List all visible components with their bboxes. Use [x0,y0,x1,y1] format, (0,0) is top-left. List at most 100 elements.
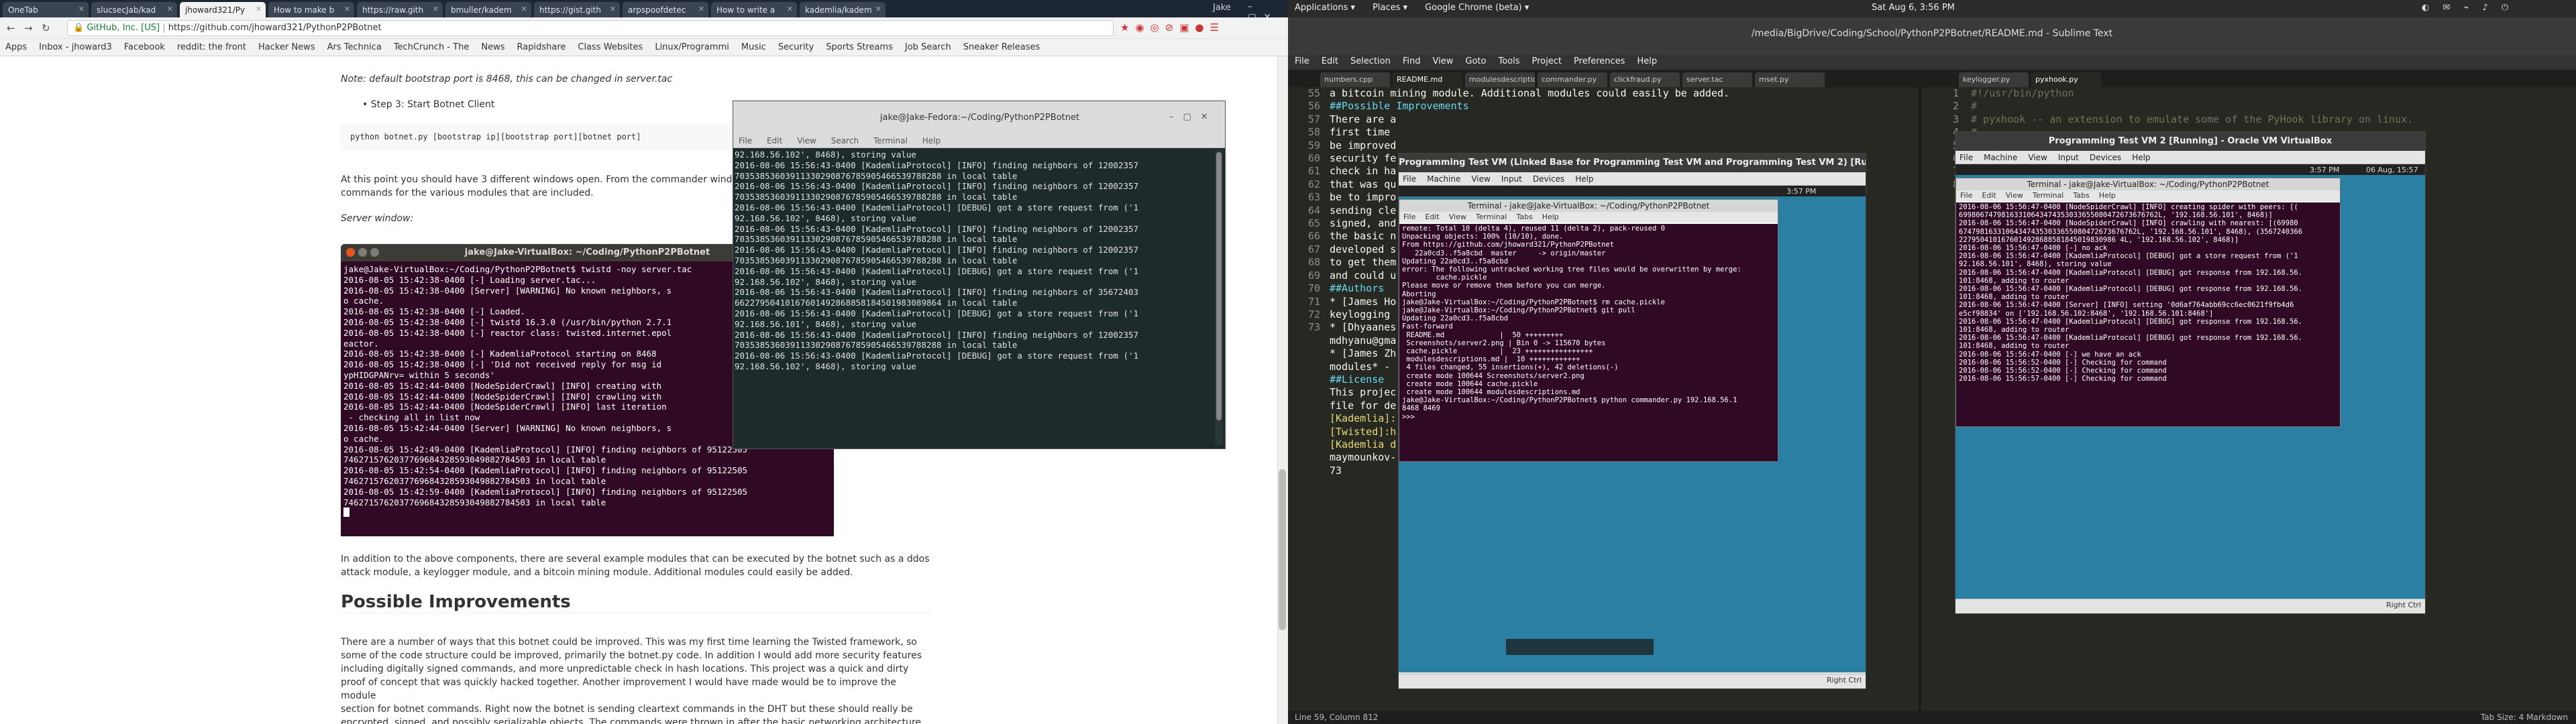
sublime-menu-item[interactable]: Selection [1350,56,1391,66]
bookmark-item[interactable]: News [481,42,504,52]
sublime-tab[interactable]: modulesdescriptions.md [1465,72,1535,87]
close-tab-icon[interactable]: ✕ [344,5,350,13]
sublime-tab[interactable]: README.md [1393,72,1462,87]
vm2-terminal-menu-item[interactable]: File [1960,191,1972,200]
vm2-terminal-menu-item[interactable]: View [2006,191,2023,200]
vm1-terminal[interactable]: Terminal - jake@Jake-VirtualBox: ~/Codin… [1399,199,1778,462]
fedora-terminal-output[interactable]: 92.168.56.102', 8468), storing value 2016… [735,149,1211,447]
close-tab-icon[interactable]: ✕ [875,5,881,13]
vm2-terminal[interactable]: Terminal - jake@Jake-VirtualBox: ~/Codin… [1955,178,2341,427]
fedora-menu-item[interactable]: Edit [767,136,782,145]
vm2-terminal-menu-item[interactable]: Edit [1982,191,1996,200]
chrome-tab[interactable]: slucsecJab/kad ✕ [91,2,177,17]
sublime-tab[interactable]: clickfraud.py [1610,72,1680,87]
chrome-tab[interactable]: https://raw.gith ✕ [357,2,443,17]
chrome-tab[interactable]: How to write a ✕ [711,2,797,17]
sublime-tab[interactable]: server.tac [1682,72,1752,87]
sublime-menu-item[interactable]: Find [1403,56,1421,66]
vm2-menu-item[interactable]: Input [2058,153,2079,162]
vm1-terminal-menu-item[interactable]: Help [1542,213,1559,221]
close-tab-icon[interactable]: ✕ [610,5,616,13]
sublime-tab[interactable]: mset.py [1755,72,1825,87]
virtualbox-vm1-window[interactable]: Programming Test VM (Linked Base for Pro… [1398,153,1866,689]
vm1-menu-item[interactable]: Machine [1427,174,1460,184]
extension-icons[interactable]: ★◉◎⊘▣●☰ [1120,21,1225,34]
bookmark-item[interactable]: Security [778,42,814,52]
sublime-menu-item[interactable]: View [1433,56,1454,66]
vm1-terminal-menu-item[interactable]: Terminal [1476,213,1507,221]
close-tab-icon[interactable]: ✕ [256,5,262,13]
vm1-terminal-menu-item[interactable]: File [1403,213,1415,221]
vm1-menu-item[interactable]: File [1403,174,1416,184]
vm2-terminal-output[interactable]: 2016-08-06 15:56:47-0400 [NodeSpiderCraw… [1956,202,2340,426]
panel-menu-item[interactable]: Places ▾ [1373,3,1407,13]
close-tab-icon[interactable]: ✕ [698,5,704,13]
vm1-terminal-menu-item[interactable]: Edit [1425,213,1439,221]
close-tab-icon[interactable]: ✕ [167,5,173,13]
sublime-menu-item[interactable]: File [1295,56,1309,66]
bookmark-item[interactable]: Job Search [905,42,951,52]
fedora-terminal-window[interactable]: jake@Jake-Fedora:~/Coding/PythonP2PBotne… [733,101,1226,449]
reload-icon[interactable]: ↻ [42,22,50,34]
chrome-tab[interactable]: https://gist.gith ✕ [534,2,620,17]
vm2-menu-item[interactable]: Devices [2090,153,2121,162]
vm1-menu-item[interactable]: Devices [1533,174,1564,184]
close-tab-icon[interactable]: ✕ [521,5,527,13]
bookmark-item[interactable]: Inbox - jhoward3 [39,42,112,52]
vm1-guest-desktop[interactable]: 3:57 PM Terminal - jake@Jake-VirtualBox:… [1399,186,1866,672]
bookmark-item[interactable]: reddit: the front [177,42,246,52]
fedora-menu-item[interactable]: Terminal [873,136,908,145]
vm2-menu-item[interactable]: View [2028,153,2047,162]
close-tab-icon[interactable]: ✕ [78,5,85,13]
sublime-tab[interactable]: commander.py [1538,72,1607,87]
sublime-tab[interactable]: pyxhook.py [2031,72,2101,87]
address-bar[interactable]: 🔒 GitHub, Inc. [US] | https://github.com… [67,20,1114,36]
panel-menu-item[interactable]: Google Chrome (beta) ▾ [1425,3,1529,13]
vm2-terminal-menu-item[interactable]: Terminal [2033,191,2064,200]
vm2-menu-item[interactable]: Help [2132,153,2150,162]
bookmark-item[interactable]: Ars Technica [327,42,382,52]
fedora-menu-item[interactable]: View [797,136,816,145]
forward-icon[interactable]: → [24,22,33,34]
fedora-window-controls[interactable]: –▢✕ [1169,112,1218,122]
fedora-menu-item[interactable]: Search [831,136,859,145]
fedora-scrollbar-thumb[interactable] [1216,152,1222,420]
bookmark-item[interactable]: Sneaker Releases [963,42,1040,52]
vm2-menu-item[interactable]: Machine [1984,153,2017,162]
chrome-tab[interactable]: jhoward321/Py ✕ [180,2,266,17]
vm1-menu-item[interactable]: View [1471,174,1490,184]
vm1-terminal-output[interactable]: remote: Total 10 (delta 4), reused 11 (d… [1399,224,1778,461]
bookmark-item[interactable]: Apps [5,42,27,52]
virtualbox-vm2-window[interactable]: Programming Test VM 2 [Running] - Oracle… [1955,131,2426,614]
close-tab-icon[interactable]: ✕ [787,5,793,13]
vm2-guest-desktop[interactable]: 3:57 PM 06 Aug, 15:57 Terminal - jake@Ja… [1955,164,2425,599]
sublime-menu-item[interactable]: Help [1637,56,1657,66]
vm1-menu-item[interactable]: Input [1501,174,1522,184]
vm1-dock[interactable] [1506,639,1654,655]
bookmark-item[interactable]: Linux/Programmi [655,42,729,52]
bookmark-item[interactable]: Facebook [124,42,165,52]
chrome-tab[interactable]: How to make b ✕ [268,2,354,17]
system-tray-icons[interactable]: ◐ ✉ ⌁ ♪ ⏻ [2422,3,2514,13]
bookmark-item[interactable]: TechCrunch - The [394,42,470,52]
fedora-menu-item[interactable]: File [739,136,752,145]
vm1-terminal-menu-item[interactable]: View [1449,213,1466,221]
vm2-menu-item[interactable]: File [1960,153,1973,162]
sublime-menu-item[interactable]: Preferences [1574,56,1625,66]
chrome-tab[interactable]: OneTab ✕ [3,2,89,17]
sublime-tab[interactable]: numbers.cpp [1320,72,1390,87]
vm2-terminal-menu-item[interactable]: Tabs [2073,191,2089,200]
panel-menu-item[interactable]: Applications ▾ [1295,3,1355,13]
panel-clock[interactable]: Sat Aug 6, 3:56 PM [1872,3,1955,13]
bookmark-item[interactable]: Rapidshare [517,42,566,52]
page-scrollbar-thumb[interactable] [1279,469,1286,630]
sublime-tab[interactable]: keylogger.py [1959,72,2029,87]
sublime-menu-item[interactable]: Tools [1498,56,1519,66]
fedora-menu-item[interactable]: Help [922,136,941,145]
vm1-menu-item[interactable]: Help [1575,174,1593,184]
sublime-menu-item[interactable]: Edit [1322,56,1338,66]
bookmark-item[interactable]: Sports Streams [826,42,893,52]
chrome-profile-name[interactable]: Jake [1213,3,1231,13]
vm2-terminal-menu-item[interactable]: Help [2099,191,2116,200]
bookmark-item[interactable]: Class Websites [578,42,643,52]
